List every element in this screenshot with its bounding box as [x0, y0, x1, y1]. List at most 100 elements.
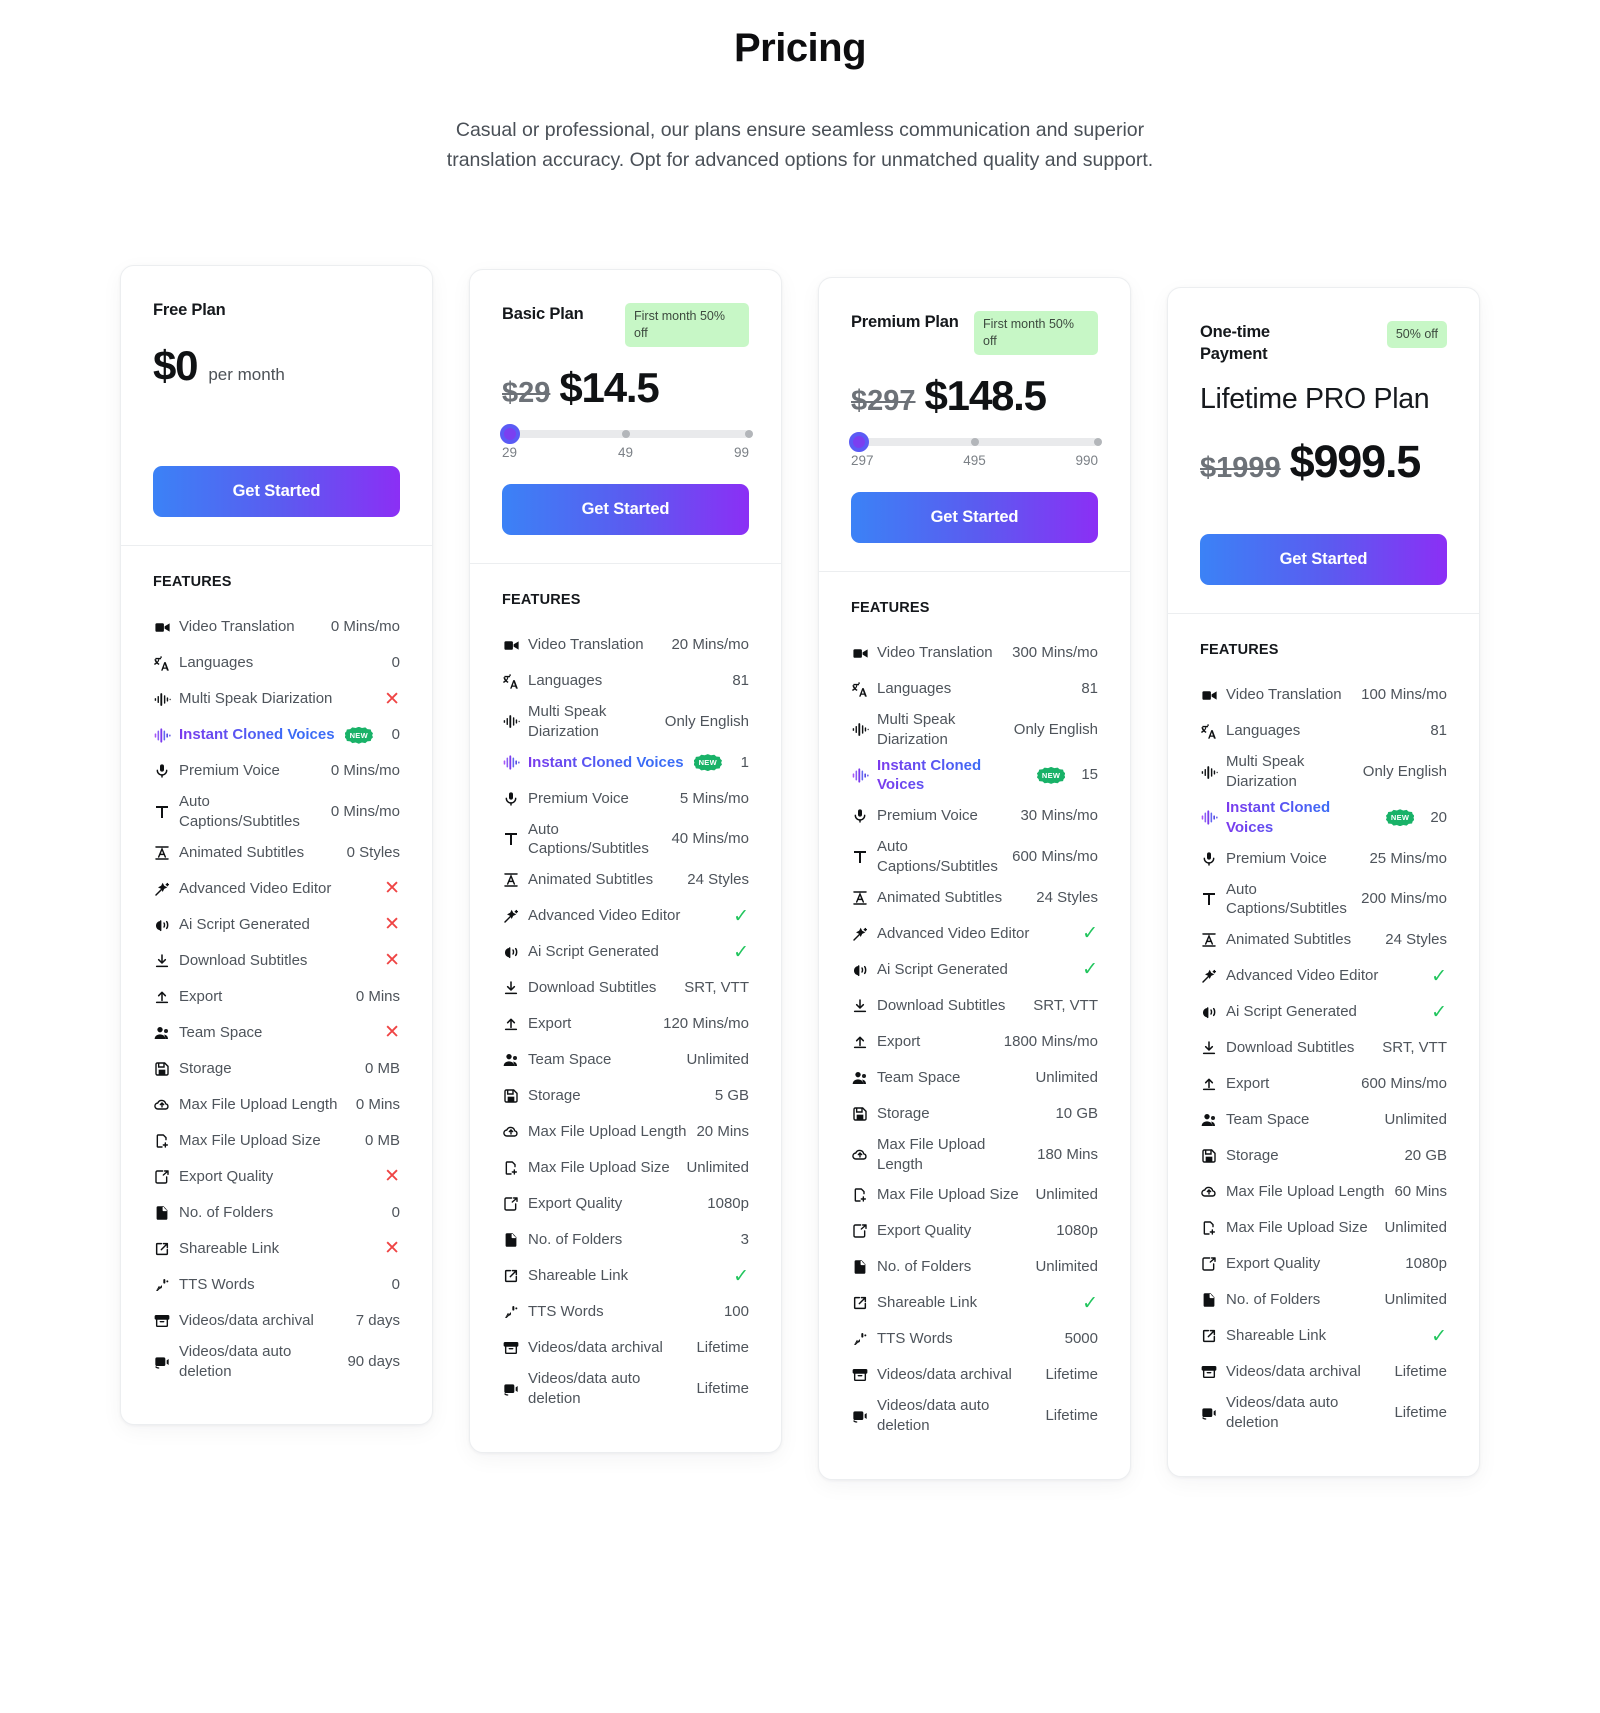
file-icon [1200, 1291, 1218, 1309]
slider-thumb[interactable] [849, 432, 869, 452]
export-share-icon [502, 1195, 520, 1213]
feature-row: Export 120 Mins/mo [502, 1006, 749, 1042]
feature-label: Animated Subtitles [1226, 931, 1352, 949]
feature-label: Languages [1226, 722, 1301, 740]
tts-mic-icon [851, 1330, 869, 1348]
feature-label: Videos/data archival [528, 1339, 663, 1357]
feature-value: Unlimited [1384, 1111, 1447, 1129]
check-icon: ✓ [733, 1265, 749, 1287]
feature-row: Ai Script Generated ✓ [502, 934, 749, 970]
video-camera-icon [1200, 686, 1218, 704]
features-section: FEATURES Video Translation 20 Mins/mo Langu… [470, 564, 781, 1452]
feature-row: Team Space ✕ [153, 1015, 400, 1051]
feature-label: Max File Upload Size [179, 1131, 321, 1149]
feature-label: Multi Speak Diarization [528, 703, 607, 740]
feature-row: Export Quality 1080p [851, 1213, 1098, 1249]
feature-value: 40 Mins/mo [671, 830, 749, 848]
cloud-upload-icon [1200, 1183, 1218, 1201]
feature-row: Export Quality 1080p [1200, 1246, 1447, 1282]
export-share-icon [153, 1168, 171, 1186]
download-icon [1200, 1039, 1218, 1057]
feature-row: Instant Cloned Voices NEW 0 [153, 717, 400, 753]
feature-label: Videos/data auto deletion [528, 1370, 641, 1407]
video-camera-icon [153, 618, 171, 636]
slider-thumb[interactable] [500, 424, 520, 444]
get-started-button[interactable]: Get Started [153, 466, 400, 518]
translate-icon [153, 654, 171, 672]
feature-label: Videos/data auto deletion [179, 1342, 292, 1380]
feature-row: Shareable Link ✓ [851, 1285, 1098, 1321]
feature-row: Animated Subtitles 0 Styles [153, 835, 400, 871]
feature-value: SRT, VTT [1033, 996, 1098, 1014]
export-share-icon [851, 1222, 869, 1240]
feature-label: Download Subtitles [528, 979, 657, 997]
features-section: FEATURES Video Translation 0 Mins/mo Langua… [121, 546, 432, 1424]
waveform-icon [851, 721, 869, 739]
feature-row: Videos/data auto deletion Lifetime [1200, 1390, 1447, 1436]
feature-value: 100 [723, 1303, 749, 1321]
feature-row: Animated Subtitles 24 Styles [502, 862, 749, 898]
page-title: Pricing [733, 26, 867, 70]
discount-badge: First month 50% off [625, 303, 749, 347]
feature-label: Export Quality [877, 1222, 972, 1240]
animated-text-icon [1200, 931, 1218, 949]
feature-row: Premium Voice 25 Mins/mo [1200, 841, 1447, 877]
feature-row: Languages 81 [1200, 713, 1447, 749]
feature-row: Instant Cloned Voices NEW 20 [1200, 795, 1447, 841]
feature-value: 20 GB [1404, 1147, 1447, 1165]
price-slider[interactable]: 29 49 99 [500, 424, 753, 460]
feature-value: 20 Mins [696, 1123, 749, 1141]
file-icon [153, 1204, 171, 1222]
feature-row: Storage 10 GB [851, 1096, 1098, 1132]
current-price: $14.5 [559, 364, 659, 411]
slider-track[interactable] [500, 424, 753, 444]
slider-labels: 297 495 990 [851, 453, 1098, 468]
feature-row: Max File Upload Size Unlimited [1200, 1210, 1447, 1246]
waveform-icon [502, 713, 520, 731]
external-link-icon [851, 1294, 869, 1312]
feature-value: 15 [1081, 766, 1098, 784]
slider-track[interactable] [849, 432, 1102, 452]
feature-row: Max File Upload Size 0 MB [153, 1123, 400, 1159]
upload-icon [502, 1015, 520, 1033]
feature-label: Premium Voice [877, 807, 978, 825]
feature-row: Advanced Video Editor ✕ [153, 871, 400, 907]
cloud-upload-icon [851, 1146, 869, 1164]
feature-value: Unlimited [1035, 1068, 1098, 1086]
feature-value: Unlimited [1384, 1291, 1447, 1309]
slider-label-min: 297 [851, 453, 874, 468]
feature-value: 0 Mins/mo [330, 762, 400, 780]
feature-row: Max File Upload Length 180 Mins [851, 1132, 1098, 1178]
feature-label: Team Space [877, 1068, 961, 1086]
get-started-button[interactable]: Get Started [1200, 534, 1447, 586]
feature-row: Premium Voice 5 Mins/mo [502, 781, 749, 817]
feature-row: Storage 0 MB [153, 1051, 400, 1087]
feature-label: Videos/data archival [1226, 1363, 1361, 1381]
feature-value: 1080p [707, 1195, 749, 1213]
feature-row: Export 1800 Mins/mo [851, 1024, 1098, 1060]
layout-spacer [1200, 488, 1447, 510]
feature-label: Video Translation [877, 644, 993, 662]
feature-label: Video Translation [179, 618, 295, 636]
feature-row: Multi Speak Diarization Only English [851, 707, 1098, 753]
feature-label: Advanced Video Editor [1226, 967, 1379, 985]
feature-label: Export Quality [1226, 1255, 1321, 1273]
feature-value: 600 Mins/mo [1012, 848, 1098, 866]
feature-row: Languages 81 [851, 671, 1098, 707]
feature-value: 0 Mins [355, 1095, 400, 1113]
feature-value: 120 Mins/mo [663, 1015, 749, 1033]
feature-value: 0 [391, 726, 400, 744]
feature-label: Export Quality [528, 1195, 623, 1213]
feature-label: Team Space [1226, 1111, 1310, 1129]
get-started-button[interactable]: Get Started [502, 484, 749, 535]
feature-label: Instant Cloned Voices [179, 726, 335, 744]
archive-box-icon [851, 1366, 869, 1384]
price-slider[interactable]: 297 495 990 [849, 432, 1102, 468]
feature-label: Languages [179, 654, 254, 672]
feature-value: 60 Mins [1394, 1183, 1447, 1201]
feature-label: Videos/data archival [877, 1366, 1012, 1384]
archive-box-icon [1200, 1363, 1218, 1381]
get-started-button[interactable]: Get Started [851, 492, 1098, 543]
feature-value: 24 Styles [687, 871, 749, 889]
price-row: $0 per month [153, 342, 400, 390]
